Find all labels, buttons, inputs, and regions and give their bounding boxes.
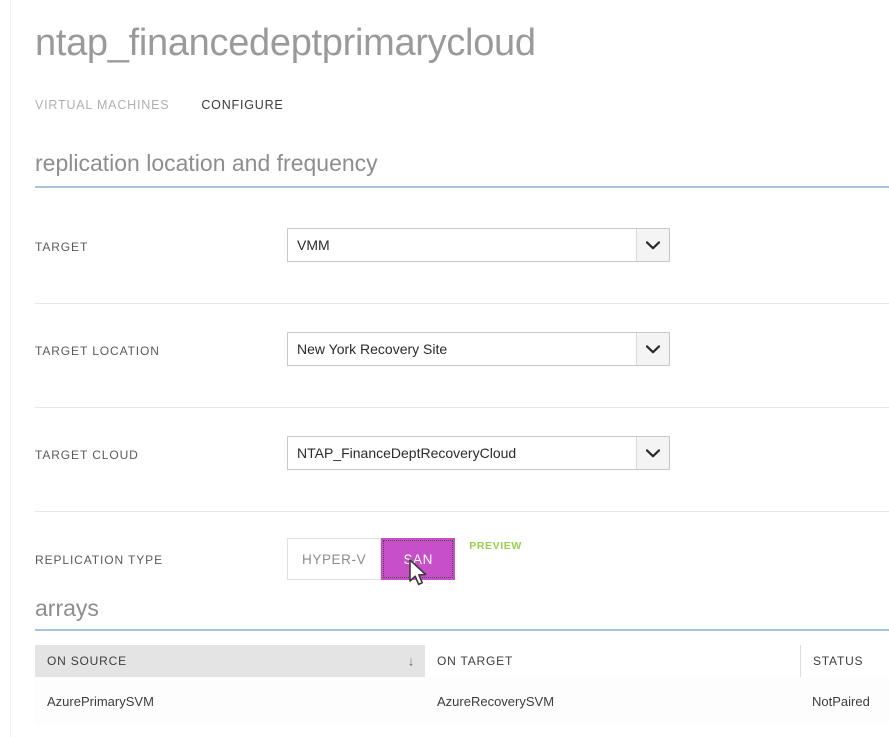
column-header-status-label: STATUS (813, 654, 864, 668)
form-row-target: TARGET VMM (35, 200, 889, 304)
arrays-table-body: AzurePrimarySVM AzureRecoverySVM NotPair… (35, 677, 889, 725)
section-replication-header: replication location and frequency (35, 150, 378, 177)
target-dropdown-value: VMM (297, 237, 330, 253)
tab-configure[interactable]: CONFIGURE (201, 98, 283, 112)
label-target: TARGET (35, 240, 89, 254)
target-dropdown[interactable]: VMM (287, 228, 670, 262)
arrays-table: ON SOURCE ↓ ON TARGET STATUS AzurePrimar… (35, 645, 889, 725)
column-header-on-target-label: ON TARGET (437, 654, 514, 668)
target-cloud-dropdown[interactable]: NTAP_FinanceDeptRecoveryCloud (287, 436, 670, 470)
section-rule-replication (35, 186, 889, 188)
sort-down-arrow-icon: ↓ (407, 653, 415, 669)
cell-on-source: AzurePrimarySVM (47, 693, 154, 709)
cell-on-target: AzureRecoverySVM (437, 693, 555, 709)
label-target-location: TARGET LOCATION (35, 344, 160, 358)
page-title: ntap_financedeptprimarycloud (35, 22, 536, 64)
preview-badge: PREVIEW (469, 540, 522, 552)
tab-bar: VIRTUAL MACHINES CONFIGURE (35, 98, 316, 112)
column-header-on-source-label: ON SOURCE (47, 654, 127, 668)
configure-page: ntap_financedeptprimarycloud VIRTUAL MAC… (0, 0, 889, 737)
target-location-dropdown-value: New York Recovery Site (297, 341, 448, 357)
tab-virtual-machines[interactable]: VIRTUAL MACHINES (35, 98, 169, 112)
chevron-down-icon[interactable] (636, 229, 669, 261)
form-row-target-cloud: TARGET CLOUD NTAP_FinanceDeptRecoveryClo… (35, 408, 889, 512)
cell-status: NotPaired (812, 693, 870, 709)
target-cloud-dropdown-value: NTAP_FinanceDeptRecoveryCloud (297, 445, 517, 461)
form-row-replication-type: REPLICATION TYPE HYPER-V SAN PREVIEW (35, 512, 889, 590)
form-row-target-location: TARGET LOCATION New York Recovery Site (35, 304, 889, 408)
target-location-dropdown[interactable]: New York Recovery Site (287, 332, 670, 366)
column-header-status[interactable]: STATUS (800, 645, 889, 677)
column-header-on-source[interactable]: ON SOURCE ↓ (35, 645, 425, 677)
section-title-replication: replication location and frequency (35, 150, 378, 176)
chevron-down-icon[interactable] (636, 437, 669, 469)
section-title-arrays: arrays (35, 595, 99, 621)
label-replication-type: REPLICATION TYPE (35, 553, 163, 567)
chevron-down-icon[interactable] (636, 333, 669, 365)
replication-type-segmented-control: HYPER-V SAN (287, 538, 456, 580)
arrays-table-header: ON SOURCE ↓ ON TARGET STATUS (35, 645, 889, 677)
replication-type-toggle: HYPER-V SAN PREVIEW (287, 538, 522, 580)
section-rule-arrays (35, 629, 889, 631)
column-header-on-target[interactable]: ON TARGET (425, 645, 800, 677)
section-arrays-header: arrays (35, 595, 99, 622)
replication-type-option-san[interactable]: SAN (381, 538, 456, 580)
table-row[interactable]: AzurePrimarySVM AzureRecoverySVM NotPair… (35, 677, 889, 725)
label-target-cloud: TARGET CLOUD (35, 448, 139, 462)
replication-type-option-hyper-v[interactable]: HYPER-V (287, 538, 382, 580)
